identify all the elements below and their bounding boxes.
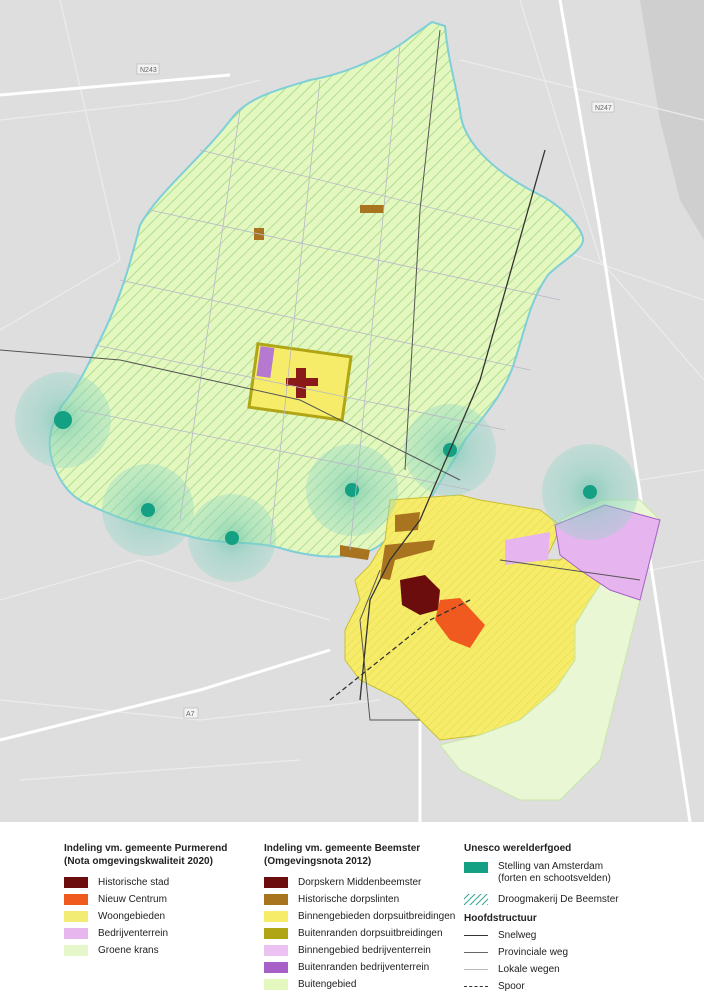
- legend-label: Binnengebieden dorpsuitbreidingen: [298, 910, 456, 922]
- swatch-nieuw-centrum: [64, 894, 88, 905]
- map-legend: Indeling vm. gemeente Purmerend (Nota om…: [0, 822, 704, 1000]
- legend-beemster-title-line2: (Omgevingsnota 2012): [264, 856, 372, 867]
- swatch-binnengebieden-dorp: [264, 911, 288, 922]
- legend-label: Lokale wegen: [498, 963, 560, 975]
- swatch-bedrijventerrein: [64, 928, 88, 939]
- swatch-buitenranden-dorp: [264, 928, 288, 939]
- legend-item-stelling: Stelling van Amsterdam (forten en schoot…: [464, 861, 619, 891]
- swatch-dorpslinten: [264, 894, 288, 905]
- line-spoor: [464, 981, 488, 992]
- legend-label: Dorpskern Middenbeemster: [298, 876, 422, 888]
- legend-unesco-title: Unesco werelderfgoed: [464, 843, 572, 854]
- legend-label: Snelweg: [498, 929, 537, 941]
- legend-label: Historische dorpslinten: [298, 893, 400, 905]
- swatch-stelling: [464, 862, 488, 873]
- legend-item-binnengebied-bedrijf: Binnengebied bedrijventerrein: [264, 942, 455, 959]
- legend-label: Provinciale weg: [498, 946, 569, 958]
- map-canvas: N243 N247 A7: [0, 0, 704, 822]
- legend-label: Buitenranden dorpsuitbreidingen: [298, 927, 443, 939]
- legend-purmerend-title-line1: Indeling vm. gemeente Purmerend: [64, 843, 228, 854]
- swatch-binnengebied-bedrijf: [264, 945, 288, 956]
- swatch-dorpskern: [264, 877, 288, 888]
- legend-label: Binnengebied bedrijventerrein: [298, 944, 431, 956]
- swatch-woongebieden: [64, 911, 88, 922]
- legend-beemster-title: Indeling vm. gemeente Beemster (Omgeving…: [264, 842, 455, 868]
- legend-stelling-line2: (forten en schootsvelden): [498, 873, 611, 884]
- swatch-buitengebied: [264, 979, 288, 990]
- legend-label: Buitengebied: [298, 978, 357, 990]
- legend-label: Groene krans: [98, 944, 159, 956]
- swatch-buitenranden-bedrijf: [264, 962, 288, 973]
- legend-item-spoor: Spoor: [464, 978, 619, 995]
- legend-item-historische-stad: Historische stad: [64, 874, 227, 891]
- legend-item-dorpskern: Dorpskern Middenbeemster: [264, 874, 455, 891]
- legend-item-bedrijventerrein: Bedrijventerrein: [64, 925, 227, 942]
- map-area[interactable]: N243 N247 A7: [0, 0, 704, 822]
- legend-label: Buitenranden bedrijventerrein: [298, 961, 430, 973]
- legend-stelling-line1: Stelling van Amsterdam: [498, 861, 604, 872]
- line-snelweg: [464, 930, 488, 941]
- road-label-n243: N243: [140, 67, 157, 74]
- legend-item-binnengebieden-dorp: Binnengebieden dorpsuitbreidingen: [264, 908, 455, 925]
- legend-label: Nieuw Centrum: [98, 893, 167, 905]
- legend-item-buitengebied: Buitengebied: [264, 976, 455, 993]
- legend-item-buitenranden-dorp: Buitenranden dorpsuitbreidingen: [264, 925, 455, 942]
- legend-item-groene-krans: Groene krans: [64, 942, 227, 959]
- swatch-groene-krans: [64, 945, 88, 956]
- legend-item-dorpslinten: Historische dorpslinten: [264, 891, 455, 908]
- road-label-n247: N247: [595, 105, 612, 112]
- legend-hoofdstructuur-title: Hoofdstructuur: [464, 913, 537, 924]
- legend-item-snelweg: Snelweg: [464, 927, 619, 944]
- legend-label: Spoor: [498, 980, 525, 992]
- legend-item-woongebieden: Woongebieden: [64, 908, 227, 925]
- legend-label: Bedrijventerrein: [98, 927, 169, 939]
- swatch-droogmakerij-hatch: [464, 894, 488, 905]
- line-lokale-wegen: [464, 964, 488, 975]
- legend-item-nieuw-centrum: Nieuw Centrum: [64, 891, 227, 908]
- legend-beemster-title-line1: Indeling vm. gemeente Beemster: [264, 843, 421, 854]
- swatch-historische-stad: [64, 877, 88, 888]
- legend-purmerend-title-line2: (Nota omgevingskwaliteit 2020): [64, 856, 213, 867]
- legend-purmerend-title: Indeling vm. gemeente Purmerend (Nota om…: [64, 842, 227, 868]
- legend-item-lokale-wegen: Lokale wegen: [464, 961, 619, 978]
- legend-item-buitenranden-bedrijf: Buitenranden bedrijventerrein: [264, 959, 455, 976]
- road-label-a7: A7: [186, 711, 195, 718]
- legend-unesco-hoofdstructuur: Unesco werelderfgoed Stelling van Amster…: [464, 842, 619, 995]
- legend-item-provinciale-weg: Provinciale weg: [464, 944, 619, 961]
- legend-purmerend: Indeling vm. gemeente Purmerend (Nota om…: [64, 842, 227, 959]
- legend-item-droogmakerij: Droogmakerij De Beemster: [464, 891, 619, 908]
- legend-label: Droogmakerij De Beemster: [498, 893, 619, 905]
- line-provinciale-weg: [464, 947, 488, 958]
- legend-stelling-label: Stelling van Amsterdam (forten en schoot…: [498, 861, 611, 885]
- legend-label: Historische stad: [98, 876, 170, 888]
- legend-label: Woongebieden: [98, 910, 166, 922]
- legend-beemster: Indeling vm. gemeente Beemster (Omgeving…: [264, 842, 455, 993]
